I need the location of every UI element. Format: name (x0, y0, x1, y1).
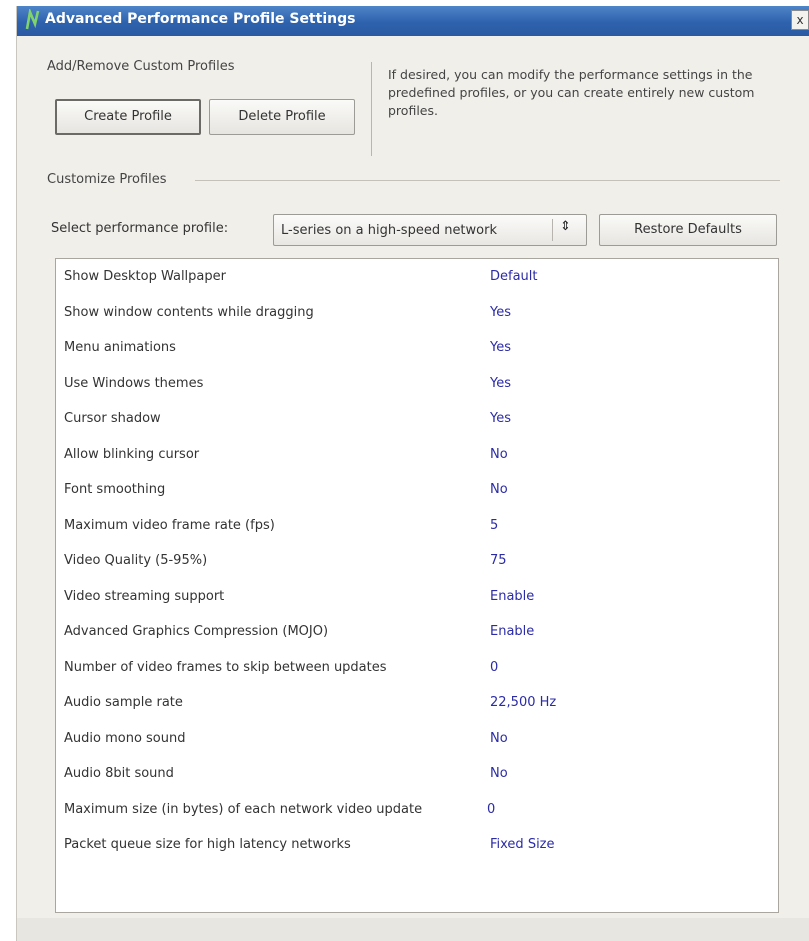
setting-value[interactable]: Yes (490, 340, 511, 355)
setting-row[interactable]: Audio mono sound No (56, 721, 776, 756)
close-button[interactable]: x (791, 10, 809, 30)
setting-row[interactable]: Video streaming support Enable (56, 579, 776, 614)
setting-value[interactable]: No (490, 482, 508, 497)
setting-value[interactable]: Enable (490, 624, 534, 639)
setting-name: Advanced Graphics Compression (MOJO) (64, 624, 329, 639)
custom-profiles-group-label: Add/Remove Custom Profiles (47, 59, 239, 74)
setting-value[interactable]: No (490, 731, 508, 746)
create-profile-button[interactable]: Create Profile (55, 99, 201, 135)
setting-value[interactable]: No (490, 766, 508, 781)
app-logo-icon (25, 9, 40, 30)
customize-profiles-group-label: Customize Profiles (47, 172, 171, 187)
custom-profiles-info: If desired, you can modify the performan… (388, 67, 755, 118)
restore-defaults-button[interactable]: Restore Defaults (599, 214, 777, 246)
setting-value[interactable]: Default (490, 269, 538, 284)
setting-row[interactable]: Maximum size (in bytes) of each network … (56, 792, 776, 827)
setting-value[interactable]: 75 (490, 553, 507, 568)
setting-value[interactable]: 22,500 Hz (490, 695, 556, 710)
setting-row[interactable]: Allow blinking cursor No (56, 437, 776, 472)
setting-row[interactable]: Packet queue size for high latency netwo… (56, 827, 776, 862)
setting-name: Audio sample rate (64, 695, 183, 710)
select-divider (552, 219, 553, 241)
setting-value[interactable]: 0 (487, 802, 495, 817)
setting-value[interactable]: 5 (490, 518, 498, 533)
setting-row[interactable]: Menu animations Yes (56, 330, 776, 365)
title-bar[interactable]: Advanced Performance Profile Settings x (17, 6, 809, 36)
setting-name: Packet queue size for high latency netwo… (64, 837, 351, 852)
up-down-arrows-icon: ⇕ (560, 219, 571, 234)
setting-name: Maximum video frame rate (fps) (64, 517, 275, 533)
setting-row[interactable]: Advanced Graphics Compression (MOJO) Ena… (56, 614, 776, 649)
setting-name: Font smoothing (64, 482, 166, 497)
setting-value[interactable]: Yes (490, 305, 511, 320)
setting-value[interactable]: No (490, 447, 508, 462)
setting-value[interactable]: Fixed Size (490, 837, 555, 852)
setting-value[interactable]: Yes (490, 411, 511, 426)
setting-value[interactable]: Enable (490, 589, 534, 604)
setting-name: Show window contents while dragging (64, 304, 314, 320)
setting-name: Menu animations (64, 340, 176, 355)
setting-name: Number of video frames to skip between u… (64, 659, 387, 675)
delete-profile-button[interactable]: Delete Profile (209, 99, 355, 135)
setting-row[interactable]: Show window contents while dragging Yes (56, 295, 776, 330)
setting-row[interactable]: Audio sample rate 22,500 Hz (56, 685, 776, 720)
setting-row[interactable]: Video Quality (5-95%) 75 (56, 543, 776, 578)
setting-name: Cursor shadow (64, 411, 161, 426)
setting-row[interactable]: Font smoothing No (56, 472, 776, 507)
selected-profile-value: L-series on a high-speed network (281, 223, 497, 238)
setting-name: Allow blinking cursor (64, 446, 200, 462)
setting-name: Show Desktop Wallpaper (64, 269, 226, 284)
setting-row[interactable]: Show Desktop Wallpaper Default (56, 259, 776, 294)
setting-name: Use Windows themes (64, 375, 204, 391)
settings-dialog: Advanced Performance Profile Settings x … (16, 6, 809, 941)
settings-list: Show Desktop Wallpaper Default Show wind… (55, 258, 779, 913)
setting-row[interactable]: Audio 8bit sound No (56, 756, 776, 791)
setting-row[interactable]: Maximum video frame rate (fps) 5 (56, 508, 776, 543)
dialog-footer (17, 918, 809, 941)
setting-name: Audio 8bit sound (64, 766, 174, 781)
vertical-divider (371, 62, 372, 156)
setting-name: Audio mono sound (64, 730, 186, 746)
setting-row[interactable]: Cursor shadow Yes (56, 401, 776, 436)
setting-name: Maximum size (in bytes) of each network … (64, 801, 423, 817)
setting-name: Video Quality (5-95%) (64, 553, 208, 568)
setting-row[interactable]: Number of video frames to skip between u… (56, 650, 776, 685)
dialog-title: Advanced Performance Profile Settings (45, 11, 356, 27)
performance-profile-select[interactable]: L-series on a high-speed network ⇕ (273, 214, 587, 246)
group-divider (195, 180, 780, 181)
setting-value[interactable]: 0 (490, 660, 498, 675)
setting-value[interactable]: Yes (490, 376, 511, 391)
setting-row[interactable]: Use Windows themes Yes (56, 366, 776, 401)
setting-name: Video streaming support (64, 588, 225, 604)
profile-select-label: Select performance profile: (51, 221, 229, 236)
